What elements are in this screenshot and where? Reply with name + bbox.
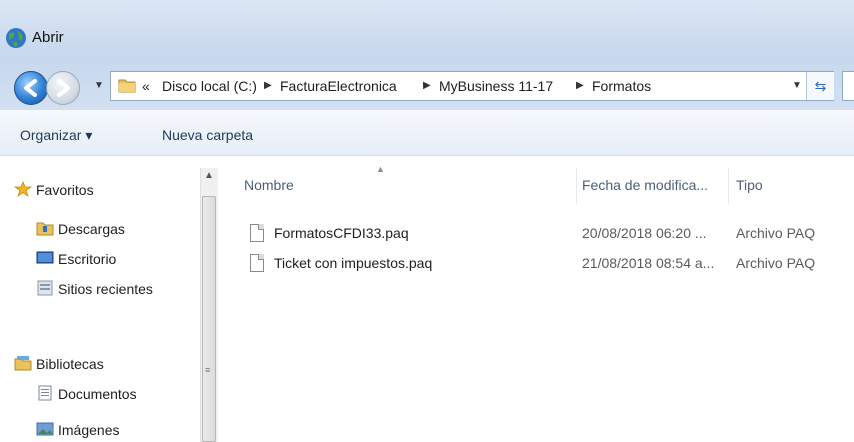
file-date: 20/08/2018 06:20 ... (582, 225, 707, 241)
breadcrumb-separator-icon[interactable]: ▶ (264, 80, 272, 91)
recent-places-icon (37, 280, 53, 296)
libraries-icon (14, 356, 32, 371)
forward-button[interactable] (46, 71, 80, 105)
organize-button[interactable]: Organizar ▾ (20, 127, 92, 144)
file-date: 21/08/2018 08:54 a... (582, 255, 715, 271)
nav-item-escritorio[interactable]: Escritorio (58, 251, 116, 267)
address-dropdown-icon[interactable]: ▼ (792, 80, 802, 91)
scroll-thumb[interactable] (202, 196, 216, 442)
nav-item-documentos[interactable]: Documentos (58, 386, 137, 402)
refresh-button[interactable]: ⇆ (806, 72, 834, 100)
refresh-icon: ⇆ (814, 78, 827, 94)
file-icon (250, 254, 264, 272)
documents-icon (38, 385, 52, 401)
file-type: Archivo PAQ (736, 225, 816, 241)
scroll-grip-icon: ≡ (205, 365, 211, 375)
nav-item-bibliotecas[interactable]: Bibliotecas (36, 356, 104, 372)
column-header-date[interactable]: Fecha de modifica... (582, 177, 708, 193)
recent-pages-dropdown-icon[interactable]: ▼ (94, 80, 104, 91)
desktop-icon (36, 251, 54, 264)
column-divider[interactable] (728, 168, 729, 204)
arrow-left-icon (24, 79, 37, 97)
title-bar (0, 0, 854, 62)
file-name: FormatosCFDI33.paq (274, 225, 409, 241)
back-button[interactable] (14, 71, 48, 105)
breadcrumb-facturaelectronica[interactable]: FacturaElectronica (280, 78, 397, 94)
nav-item-imagenes[interactable]: Imágenes (58, 422, 119, 438)
file-type: Archivo PAQ (736, 255, 816, 271)
file-list (222, 156, 854, 442)
images-icon (36, 422, 54, 436)
breadcrumb-separator-icon[interactable]: ▶ (576, 80, 584, 91)
breadcrumb-formatos[interactable]: Formatos (592, 78, 651, 94)
breadcrumb-mybusiness[interactable]: MyBusiness 11-17 (439, 78, 553, 94)
column-divider[interactable] (576, 168, 577, 204)
scroll-up-arrow-icon[interactable]: ▲ (204, 170, 214, 181)
folder-icon (118, 79, 136, 93)
file-name: Ticket con impuestos.paq (274, 255, 433, 271)
breadcrumb-disco-local[interactable]: Disco local (C:) (162, 78, 257, 94)
nav-item-descargas[interactable]: Descargas (58, 221, 125, 237)
star-icon (14, 181, 32, 197)
file-icon (250, 224, 264, 242)
nav-item-favoritos[interactable]: Favoritos (36, 182, 94, 198)
column-header-name[interactable]: Nombre (244, 177, 294, 193)
command-bar (0, 110, 854, 156)
file-row[interactable]: FormatosCFDI33.paq 20/08/2018 06:20 ... … (240, 222, 850, 246)
file-row[interactable]: Ticket con impuestos.paq 21/08/2018 08:5… (240, 252, 850, 276)
globe-icon (6, 28, 26, 48)
window-title: Abrir (32, 29, 64, 46)
breadcrumb-separator-icon[interactable]: ▶ (423, 80, 431, 91)
downloads-folder-icon (36, 222, 54, 236)
sort-ascending-icon: ▲ (376, 164, 385, 174)
column-header-type[interactable]: Tipo (736, 177, 763, 193)
search-input[interactable] (842, 71, 854, 101)
new-folder-button[interactable]: Nueva carpeta (162, 127, 253, 143)
breadcrumb-overflow[interactable]: « (142, 78, 150, 94)
nav-item-sitios-recientes[interactable]: Sitios recientes (58, 281, 153, 297)
arrow-right-icon (57, 79, 70, 97)
